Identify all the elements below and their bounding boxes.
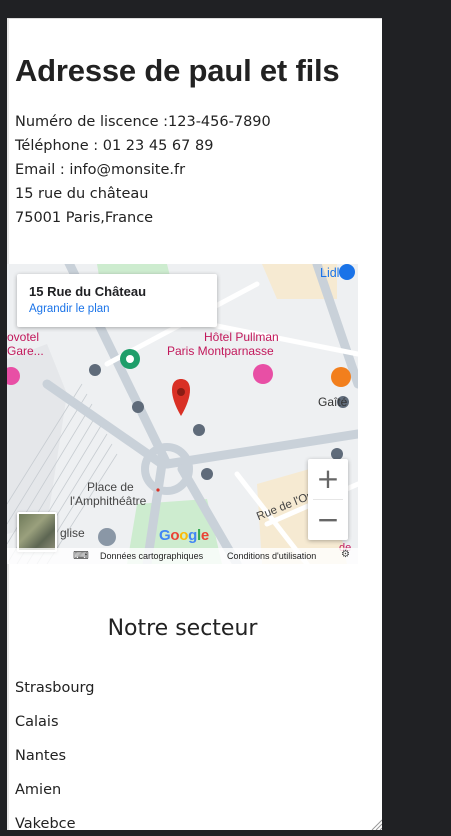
- google-logo-text: Google: [159, 527, 209, 544]
- resize-handle-icon[interactable]: [370, 818, 382, 830]
- city-item: Strasbourg: [15, 680, 95, 696]
- map-label-gaite: Gaîté: [318, 395, 348, 409]
- google-logo-letter: o: [179, 527, 189, 544]
- page-title: Adresse de paul et fils: [15, 53, 340, 88]
- city-item: Vakebce: [15, 816, 76, 830]
- map-label-hotel-pullman: Hôtel Pullman: [204, 330, 279, 344]
- zoom-out-button[interactable]: −: [308, 500, 348, 540]
- map-label-novotel-gare: Gare...: [7, 344, 44, 358]
- city-address: 75001 Paris,France: [15, 210, 154, 226]
- google-logo-letter: e: [200, 527, 209, 544]
- map-label-amphitheatre: l'Amphithéâtre: [70, 494, 147, 508]
- keyboard-icon[interactable]: ⌨: [73, 549, 89, 562]
- place-name: 15 Rue du Château: [29, 284, 147, 299]
- map-label-paris-montparnasse: Paris Montparnasse: [167, 344, 274, 358]
- contact-info: Numéro de liscence :123-456-7890 Télépho…: [15, 110, 271, 230]
- city-list: Strasbourg Calais Nantes Amien Vakebce: [15, 680, 94, 830]
- sector-title: Notre secteur: [107, 616, 258, 641]
- map-label-lidl: Lidl: [320, 266, 340, 280]
- report-gear-icon[interactable]: ⚙: [341, 549, 350, 560]
- phone-number: Téléphone : 01 23 45 67 89: [15, 138, 214, 154]
- map-label-novotel: ovotel: [7, 330, 40, 344]
- google-logo: Google: [159, 527, 209, 544]
- map-label-eglise: glise: [60, 526, 85, 540]
- page-panel: Adresse de paul et fils Numéro de liscen…: [7, 18, 382, 830]
- satellite-toggle[interactable]: [17, 512, 57, 552]
- city-item: Calais: [15, 714, 59, 730]
- map-label-place: Place de: [87, 480, 134, 494]
- license-number: Numéro de liscence :123-456-7890: [15, 114, 271, 130]
- google-logo-letter: g: [188, 527, 197, 544]
- zoom-in-button[interactable]: +: [308, 459, 348, 499]
- city-item: Nantes: [15, 748, 67, 764]
- email-address: Email : info@monsite.fr: [15, 162, 186, 178]
- city-item: Amien: [15, 782, 62, 798]
- google-logo-letter: o: [170, 527, 180, 544]
- map-attribution: ⌨ Données cartographiques Conditions d'u…: [7, 548, 358, 564]
- terms-link[interactable]: Conditions d'utilisation: [227, 551, 316, 561]
- map-data-link[interactable]: Données cartographiques: [100, 551, 203, 561]
- google-logo-letter: G: [159, 527, 171, 544]
- place-card: 15 Rue du Château Agrandir le plan: [17, 274, 217, 327]
- embedded-map[interactable]: Lidl ovotel Gare... Hôtel Pullman Paris …: [7, 264, 358, 564]
- enlarge-map-link[interactable]: Agrandir le plan: [29, 303, 205, 315]
- street-address: 15 rue du château: [15, 186, 149, 202]
- zoom-controls: + −: [308, 459, 348, 540]
